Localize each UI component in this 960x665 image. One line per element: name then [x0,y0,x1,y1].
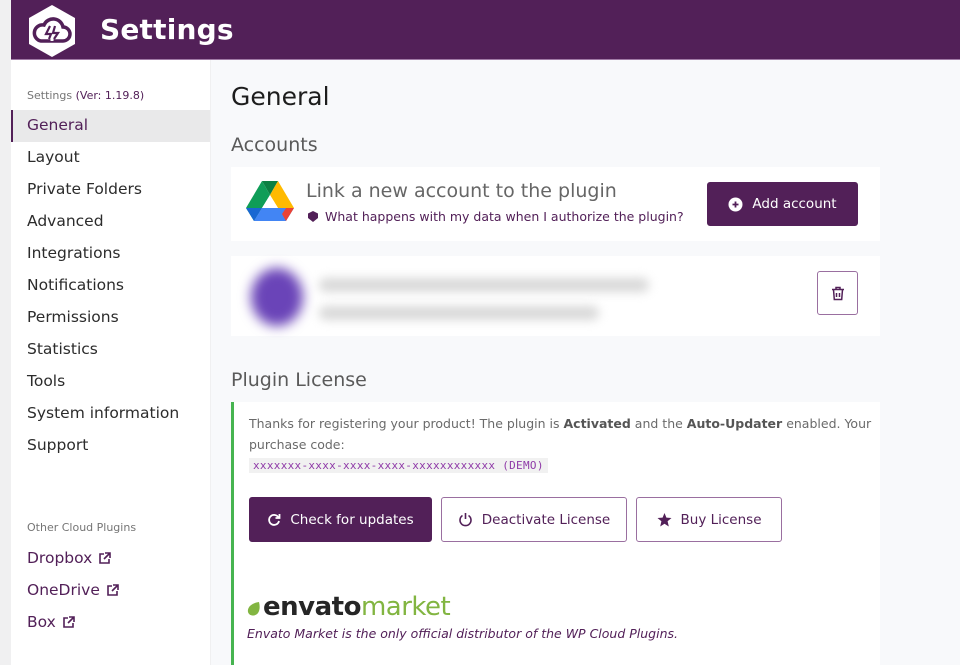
main-content: General Accounts Link a new account to t… [211,60,960,665]
license-message: Thanks for registering your product! The… [249,416,872,452]
data-privacy-link-label: What happens with my data when I authori… [325,209,684,224]
external-link-icon [99,551,112,564]
star-icon [657,512,671,526]
account-avatar [251,268,303,326]
deactivate-license-button[interactable]: Deactivate License [441,497,627,542]
sidebar-nav: General Layout Private Folders Advanced … [11,110,210,462]
version-prefix: Settings [27,89,73,102]
purchase-code: xxxxxxx-xxxx-xxxx-xxxx-xxxxxxxxxxxx (DEM… [249,458,548,473]
sidebar-item-support[interactable]: Support [11,430,210,462]
check-updates-label: Check for updates [290,511,414,528]
sidebar-item-system-information[interactable]: System information [11,398,210,430]
sidebar: Settings (Ver: 1.19.8) General Layout Pr… [11,60,210,665]
buy-license-button[interactable]: Buy License [636,497,782,542]
dropbox-link-label: Dropbox [27,549,93,567]
buy-license-label: Buy License [680,511,762,528]
shield-icon [308,211,318,222]
envato-tagline: Envato Market is the only official distr… [247,626,678,641]
version-number: (Ver: 1.19.8) [75,89,145,102]
other-plugins-list: Dropbox OneDrive Box [27,542,119,638]
other-plugins-label: Other Cloud Plugins [27,521,137,534]
sidebar-item-tools[interactable]: Tools [11,366,210,398]
external-link-icon [63,615,75,628]
delete-account-button[interactable] [817,271,858,315]
accounts-section-title: Accounts [231,134,318,156]
sidebar-item-layout[interactable]: Layout [11,142,210,174]
box-link[interactable]: Box [27,606,119,638]
envato-market-logo[interactable]: envato market [247,592,451,622]
sidebar-item-advanced[interactable]: Advanced [11,206,210,238]
link-account-card: Link a new account to the plugin What ha… [231,167,880,241]
app-header: Settings [11,0,960,60]
market-logo-text: market [360,592,451,622]
deactivate-license-label: Deactivate License [481,511,611,528]
account-email-blurred [319,306,599,320]
envato-logo-text: envato [263,592,361,622]
trash-icon [831,286,844,300]
sidebar-item-notifications[interactable]: Notifications [11,270,210,302]
add-account-button[interactable]: Add account [707,182,858,226]
sidebar-item-permissions[interactable]: Permissions [11,302,210,334]
license-section-title: Plugin License [231,369,367,391]
version-label: Settings (Ver: 1.19.8) [27,89,144,102]
box-link-label: Box [27,613,56,631]
sidebar-item-general[interactable]: General [11,110,210,142]
sidebar-item-integrations[interactable]: Integrations [11,238,210,270]
refresh-icon [268,513,281,526]
account-name-blurred [319,278,649,292]
sidebar-item-private-folders[interactable]: Private Folders [11,174,210,206]
plus-circle-icon [728,197,743,211]
onedrive-link-label: OneDrive [27,581,100,599]
external-link-icon [107,583,119,596]
linked-account-card [231,256,880,336]
onedrive-link[interactable]: OneDrive [27,574,119,606]
header-title: Settings [100,13,234,46]
check-updates-button[interactable]: Check for updates [249,497,432,542]
google-drive-icon [246,181,294,221]
add-account-label: Add account [752,196,837,212]
auto-updater-label: Auto-Updater [686,416,783,431]
sidebar-item-statistics[interactable]: Statistics [11,334,210,366]
link-account-title: Link a new account to the plugin [306,180,617,202]
page-title: General [231,82,330,111]
license-card: Thanks for registering your product! The… [231,402,880,665]
power-icon [458,513,472,527]
license-status: Activated [563,416,631,431]
wp-cloud-plugins-logo-icon [29,4,75,57]
dropbox-link[interactable]: Dropbox [27,542,119,574]
data-privacy-link[interactable]: What happens with my data when I authori… [308,209,684,224]
envato-leaf-icon [247,602,260,616]
